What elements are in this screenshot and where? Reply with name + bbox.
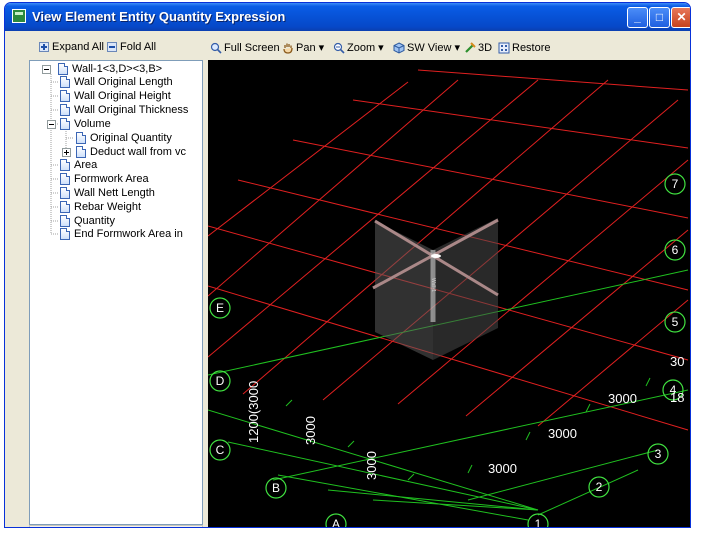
tree-pane: Expand All Fold All Wall-1<3,D><3,B> Wal… [27,35,203,527]
tree-item-wall-original-thickness[interactable]: Wall Original Thickness [74,103,188,117]
deduct-expand-toggle[interactable] [62,148,71,157]
root-collapse-toggle[interactable] [42,65,51,74]
window-title: View Element Entity Quantity Expression [32,9,286,24]
dimension-labels: 3000 3000 3000 3000 3000 1200(3000 30 18 [246,354,684,480]
tree-item-deduct-wall[interactable]: Deduct wall from vc [90,145,186,159]
3d-button[interactable]: 3D [464,40,492,56]
title-bar[interactable]: View Element Entity Quantity Expression … [5,3,690,31]
tree-item-wall-nett-length[interactable]: Wall Nett Length [74,186,155,200]
view-pane: Full Screen Pan ▾ Zoom ▾ SW View ▾ 3D Re… [206,35,690,527]
expand-icon [39,42,49,53]
dimension-label: 18 [670,390,684,405]
fold-all-button[interactable]: Fold All [107,39,156,55]
restore-icon [498,42,510,54]
tree-item-end-formwork-area[interactable]: End Formwork Area in [74,227,183,241]
pan-label: Pan [296,42,316,54]
zoom-icon [333,42,345,54]
view-toolbar: Full Screen Pan ▾ Zoom ▾ SW View ▾ 3D Re… [206,35,690,59]
full-screen-label: Full Screen [224,42,280,54]
sw-view-dropdown-icon: ▾ [451,42,460,54]
tree-root-label[interactable]: Wall-1<3,D><3,B> [72,62,162,76]
dimension-label: 30 [670,354,684,369]
dimension-label: 3000 [608,391,637,406]
axis-label-D: D [216,374,225,388]
fold-all-label: Fold All [120,41,157,53]
dimension-ticks [285,377,651,481]
tree-item-original-quantity[interactable]: Original Quantity [90,131,172,145]
volume-collapse-toggle[interactable] [47,120,56,129]
axis-label-1: 1 [535,517,542,528]
axis-label-5: 5 [672,315,679,329]
application-window: View Element Entity Quantity Expression … [4,2,691,528]
document-icon [60,118,70,130]
axis-label-3: 3 [655,447,662,461]
tree-toolbar: Expand All Fold All [27,35,203,59]
dimension-label: 3000 [548,426,577,441]
axis-label-2: 2 [596,480,603,494]
axis-label-7: 7 [672,177,679,191]
tree-item-formwork-area[interactable]: Formwork Area [74,172,149,186]
dimension-label: 3000 [303,416,318,445]
expand-all-button[interactable]: Expand All [39,39,104,55]
document-icon [60,90,70,102]
view-cube-icon [393,42,405,54]
sw-view-button[interactable]: SW View ▾ [393,40,460,56]
maximize-button[interactable]: □ [649,7,670,28]
entity-tree[interactable]: Wall-1<3,D><3,B> Wall Original Length Wa… [29,60,203,525]
document-icon [60,201,70,213]
3d-viewport[interactable]: Wall-1 7 6 5 4 3 2 1 E D C B A 3000 3000… [208,60,690,528]
scroll-right-arrow-icon[interactable]: ▶ [186,527,201,528]
document-icon [76,132,86,144]
tree-horizontal-scrollbar[interactable]: ◀ ▶ [29,525,203,528]
axis-label-E: E [216,301,224,315]
dimension-label: 3000 [488,461,517,476]
hand-icon [283,43,293,54]
scroll-left-arrow-icon[interactable]: ◀ [31,527,46,528]
tree-item-rebar-weight[interactable]: Rebar Weight [74,200,141,214]
dimension-label: 3000 [364,451,379,480]
tree-item-wall-original-height[interactable]: Wall Original Height [74,89,171,103]
magnifier-icon [210,42,222,54]
tree-item-wall-original-length[interactable]: Wall Original Length [74,75,173,89]
3d-icon [465,42,476,53]
expand-all-label: Expand All [52,41,104,53]
zoom-dropdown-icon: ▾ [375,42,384,54]
tree-item-volume[interactable]: Volume [74,117,111,131]
restore-label: Restore [512,42,551,54]
axis-label-6: 6 [672,243,679,257]
minimize-button[interactable]: _ [627,7,648,28]
document-icon [60,173,70,185]
3d-label: 3D [478,42,493,54]
dimension-label: 1200(3000 [246,381,261,443]
grid-drawing: Wall-1 7 6 5 4 3 2 1 E D C B A 3000 3000… [208,69,689,528]
document-icon [60,76,70,88]
sw-view-label: SW View [407,42,452,54]
tree-item-quantity[interactable]: Quantity [74,214,115,228]
document-icon [60,228,70,240]
document-icon [58,63,68,75]
document-icon [60,104,70,116]
wall-tag-label: Wall-1 [430,278,436,292]
document-icon [76,146,86,158]
zoom-label: Zoom [347,42,376,54]
app-icon [12,9,26,23]
close-button[interactable]: ✕ [671,7,690,28]
restore-button[interactable]: Restore [498,40,551,56]
full-screen-button[interactable]: Full Screen [210,40,280,56]
document-icon [60,159,70,171]
axis-label-B: B [272,481,280,495]
fold-icon [107,42,117,53]
scroll-thumb[interactable] [48,527,148,528]
tree-item-area[interactable]: Area [74,158,97,172]
axis-label-A: A [332,517,340,528]
pan-dropdown-icon: ▾ [315,42,325,54]
zoom-button[interactable]: Zoom ▾ [333,40,384,56]
document-icon [60,187,70,199]
pan-button[interactable]: Pan ▾ [282,40,324,56]
axis-label-C: C [216,443,225,457]
document-icon [60,215,70,227]
